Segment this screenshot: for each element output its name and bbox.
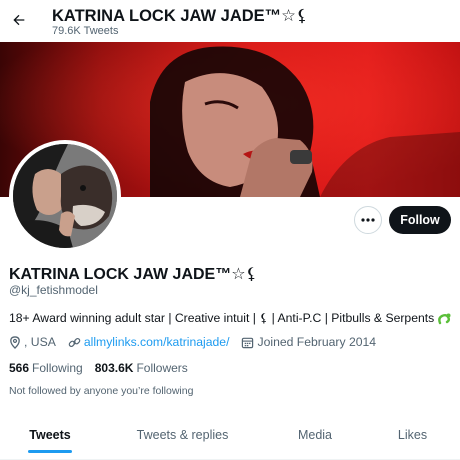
followers-count: 803.6K [94,361,134,375]
more-dots-icon [361,218,375,222]
website-item[interactable]: allmylinks.com/katrinajade/ [68,335,230,349]
avatar-photo [13,144,117,248]
header-tweets-count: 79.6K Tweets [52,25,119,37]
bio-text: 18+ Award winning adult star | Creative … [9,311,435,325]
arrow-left-icon [13,14,25,26]
tab-likes[interactable]: Likes [365,410,460,459]
header-title: KATRINA LOCK JAW JADE™☆⚸ [52,7,309,25]
profile-display-name: KATRINA LOCK JAW JADE™☆⚸ [9,266,258,283]
profile-tabs: Tweets Tweets & replies Media Likes [0,410,460,460]
following-count: 566 [9,361,30,375]
tab-media[interactable]: Media [265,410,365,459]
back-button[interactable] [8,9,30,31]
follow-counts: 566 Following 803.6K Followers [9,361,188,375]
tab-tweets[interactable]: Tweets [0,410,100,459]
profile-handle: @kj_fetishmodel [9,283,98,297]
snake-icon [438,313,451,325]
top-bar: KATRINA LOCK JAW JADE™☆⚸ 79.6K Tweets [0,0,460,42]
follow-button[interactable]: Follow [389,206,451,234]
tab-label: Media [297,427,333,442]
followers-label: Followers [136,361,188,375]
link-icon [68,337,81,347]
active-tab-indicator [28,450,72,453]
calendar-icon [242,337,254,348]
tab-label: Tweets & replies [136,427,229,442]
profile-meta: , USA allmylinks.com/katrinajade/ Joined… [9,335,388,349]
following-label: Following [32,361,83,375]
joined-text: Joined February 2014 [257,335,377,349]
followers-count-link[interactable]: 803.6K Followers [95,361,188,375]
profile-avatar[interactable] [9,140,121,252]
more-options-button[interactable] [354,206,382,234]
following-count-link[interactable]: 566 Following [9,361,83,375]
tab-label: Likes [397,427,428,442]
tab-label: Tweets [29,427,71,442]
profile-bio: 18+ Award winning adult star | Creative … [9,311,453,325]
tab-tweets-replies[interactable]: Tweets & replies [100,410,265,459]
location-item: , USA [9,335,56,349]
location-text: , USA [24,335,56,349]
location-pin-icon [10,335,20,349]
joined-item: Joined February 2014 [241,335,376,349]
website-link[interactable]: allmylinks.com/katrinajade/ [84,335,230,349]
not-followed-note: Not followed by anyone you’re following [9,385,194,397]
